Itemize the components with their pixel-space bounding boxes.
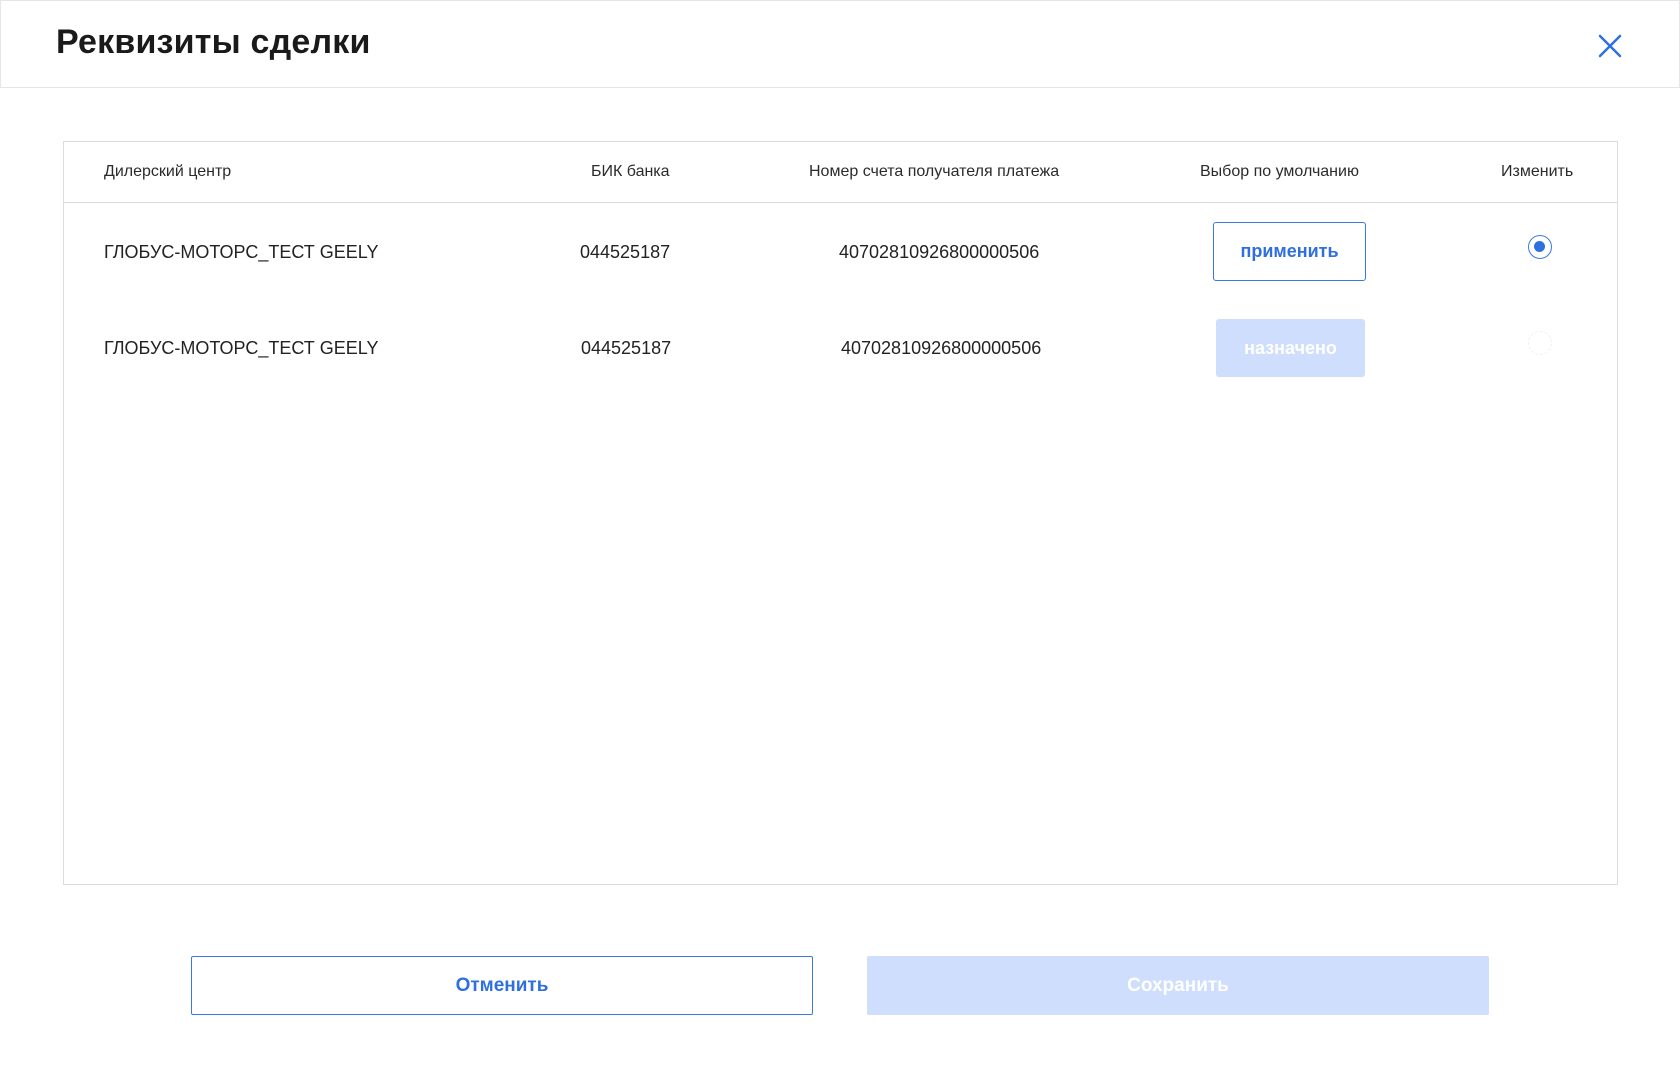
close-button[interactable]: [1595, 31, 1625, 61]
table-row: ГЛОБУС-МОТОРС_ТЕСТ GEELY 044525187 40702…: [64, 319, 1617, 399]
dealer-cell: ГЛОБУС-МОТОРС_ТЕСТ GEELY: [104, 242, 379, 262]
assigned-default-button: назначено: [1216, 319, 1365, 377]
column-header-account: Номер счета получателя платежа: [809, 163, 1060, 180]
save-button[interactable]: Сохранить: [867, 956, 1489, 1015]
change-radio-unselected[interactable]: [1528, 331, 1552, 355]
close-icon: [1598, 34, 1622, 58]
radio-dot: [1534, 241, 1545, 252]
dialog-header: Реквизиты сделки: [0, 0, 1680, 88]
bik-cell: 044525187: [580, 242, 671, 262]
account-cell: 40702810926800000506: [841, 338, 1042, 358]
table-header: Дилерский центр БИК банка Номер счета по…: [64, 142, 1617, 203]
column-header-dealer: Дилерский центр: [104, 163, 232, 180]
column-header-default: Выбор по умолчанию: [1200, 163, 1359, 180]
page-title: Реквизиты сделки: [56, 23, 371, 61]
apply-default-button[interactable]: применить: [1213, 222, 1366, 281]
column-header-bik: БИК банка: [591, 163, 670, 180]
column-header-change: Изменить: [1501, 163, 1574, 180]
table-row: ГЛОБУС-МОТОРС_ТЕСТ GEELY 044525187 40702…: [64, 222, 1617, 302]
cancel-button[interactable]: Отменить: [191, 956, 813, 1015]
change-radio-selected[interactable]: [1528, 235, 1552, 259]
requisites-table: Дилерский центр БИК банка Номер счета по…: [63, 141, 1618, 885]
account-cell: 40702810926800000506: [839, 242, 1040, 262]
requisites-dialog: Реквизиты сделки Дилерский центр БИК бан…: [0, 0, 1680, 1083]
bik-cell: 044525187: [581, 338, 672, 358]
dealer-cell: ГЛОБУС-МОТОРС_ТЕСТ GEELY: [104, 338, 379, 358]
